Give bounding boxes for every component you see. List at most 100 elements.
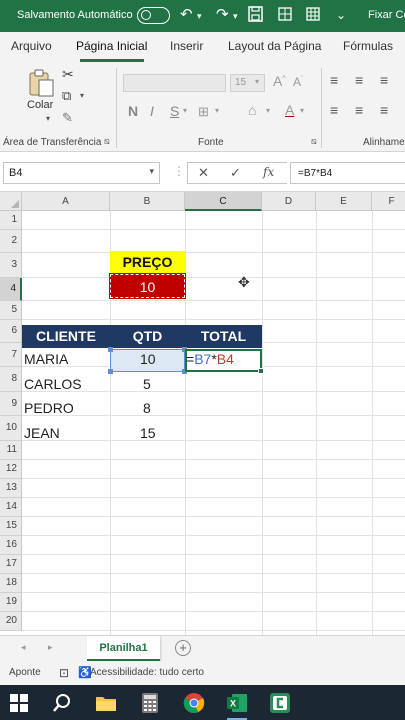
camtasia-icon[interactable] [266, 689, 294, 717]
fill-handle[interactable] [258, 368, 264, 374]
tab-formulas[interactable]: Fórmulas [343, 39, 393, 53]
font-name-box[interactable] [123, 74, 226, 92]
row-header-6[interactable]: 6 [0, 320, 22, 343]
paste-label[interactable]: Colar [27, 99, 53, 111]
align-middle-icon[interactable]: ≡ [355, 72, 363, 88]
sheet-tab-planilha1[interactable]: Planilha1 [87, 636, 160, 662]
row-header-5[interactable]: 5 [0, 301, 22, 320]
cell-a6-header-cliente[interactable]: CLIENTE [22, 325, 110, 348]
redo-icon[interactable]: ↷ [216, 5, 229, 23]
row-header-1[interactable]: 1 [0, 211, 22, 230]
row-header-17[interactable]: 17 [0, 555, 22, 574]
increase-font-icon[interactable]: A^ [273, 73, 286, 89]
row-header-19[interactable]: 19 [0, 593, 22, 612]
name-box-dropdown-icon[interactable]: ▾ [149, 166, 154, 177]
column-header-d[interactable]: D [262, 192, 316, 211]
bold-button[interactable]: N [128, 103, 138, 119]
cell-b8[interactable]: 5 [143, 376, 151, 392]
row-header-15[interactable]: 15 [0, 517, 22, 536]
undo-dropdown-icon[interactable]: ▾ [197, 11, 202, 22]
row-header-4[interactable]: 4 [0, 278, 22, 301]
calculator-icon[interactable] [136, 689, 164, 717]
tab-inserir[interactable]: Inserir [170, 39, 203, 53]
align-left-icon[interactable]: ≡ [330, 102, 338, 118]
row-header-9[interactable]: 9 [0, 392, 22, 416]
borders-dropdown-icon[interactable]: ▾ [215, 106, 219, 115]
file-explorer-icon[interactable] [92, 689, 120, 717]
cut-icon[interactable]: ✂ [62, 66, 74, 83]
copy-icon[interactable]: ⧉ [62, 88, 71, 104]
windows-start-icon[interactable] [5, 689, 33, 717]
select-all-corner[interactable] [0, 192, 22, 211]
column-header-c[interactable]: C [185, 192, 262, 211]
row-header-11[interactable]: 11 [0, 441, 22, 460]
tab-arquivo[interactable]: Arquivo [11, 39, 52, 53]
font-launcher-icon[interactable]: ⧅ [311, 136, 317, 147]
row-header-12[interactable]: 12 [0, 460, 22, 479]
font-color-dropdown-icon[interactable]: ▾ [300, 106, 304, 115]
row-header-10[interactable]: 10 [0, 416, 22, 441]
formula-input[interactable]: =B7*B4 [290, 162, 405, 184]
column-header-e[interactable]: E [316, 192, 372, 211]
align-right-icon[interactable]: ≡ [380, 102, 388, 118]
customize-toolbar-icon[interactable]: ⌄ [336, 8, 346, 22]
pin-label[interactable]: Fixar Cé [368, 9, 405, 21]
chrome-icon[interactable] [180, 689, 208, 717]
enter-icon[interactable]: ✓ [230, 165, 241, 181]
align-bottom-icon[interactable]: ≡ [380, 72, 388, 88]
row-header-14[interactable]: 14 [0, 498, 22, 517]
column-header-f[interactable]: F [372, 192, 405, 211]
align-center-icon[interactable]: ≡ [355, 102, 363, 118]
underline-dropdown-icon[interactable]: ▾ [183, 106, 187, 115]
row-header-7[interactable]: 7 [0, 343, 22, 367]
borders-icon[interactable]: ⊞ [198, 104, 209, 120]
row-header-8[interactable]: 8 [0, 367, 22, 392]
grid-icon[interactable] [306, 7, 320, 25]
format-painter-icon[interactable]: ✎ [62, 110, 73, 126]
cell-a7[interactable]: MARIA [24, 351, 68, 367]
cell-a10[interactable]: JEAN [24, 425, 60, 441]
cell-b9[interactable]: 8 [143, 400, 151, 416]
autosave-toggle[interactable] [137, 7, 170, 24]
next-sheet-icon[interactable]: ▸ [48, 642, 53, 653]
cell-b4-preco-value[interactable]: 10 [109, 273, 186, 299]
excel-icon[interactable]: X [223, 689, 251, 720]
row-header-2[interactable]: 2 [0, 230, 22, 253]
macro-record-icon[interactable]: ⊡ [59, 666, 69, 680]
paste-icon[interactable] [27, 68, 55, 101]
cancel-icon[interactable]: ✕ [198, 165, 209, 181]
column-header-b[interactable]: B [110, 192, 185, 211]
name-box[interactable]: B4 ▾ [3, 162, 160, 184]
clipboard-launcher-icon[interactable]: ⧅ [104, 136, 110, 147]
fill-color-icon[interactable]: ⌂ [248, 102, 256, 118]
cell-b7[interactable]: 10 [140, 351, 156, 367]
cell-a9[interactable]: PEDRO [24, 400, 74, 416]
formula-bar-grip-icon[interactable]: ⋮ [173, 164, 185, 178]
cell-b3-preco-label[interactable]: PREÇO [110, 251, 185, 273]
range-handle[interactable] [108, 347, 113, 352]
prev-sheet-icon[interactable]: ◂ [21, 642, 26, 653]
cell-c7-formula[interactable]: =B7*B4 [186, 351, 234, 367]
add-sheet-icon[interactable]: + [175, 640, 191, 656]
status-accessibility[interactable]: Acessibilidade: tudo certo [90, 667, 204, 678]
column-header-a[interactable]: A [22, 192, 110, 211]
cell-b10[interactable]: 15 [140, 425, 156, 441]
row-header-16[interactable]: 16 [0, 536, 22, 555]
cell-a8[interactable]: CARLOS [24, 376, 82, 392]
font-size-box[interactable]: 15 [230, 74, 265, 92]
paste-dropdown-icon[interactable]: ▾ [46, 114, 50, 123]
align-top-icon[interactable]: ≡ [330, 72, 338, 88]
row-header-13[interactable]: 13 [0, 479, 22, 498]
copy-dropdown-icon[interactable]: ▾ [80, 91, 84, 100]
search-icon[interactable] [48, 689, 76, 717]
undo-icon[interactable]: ↶ [180, 5, 193, 23]
cell-b6-header-qtd[interactable]: QTD [110, 325, 185, 348]
row-header-18[interactable]: 18 [0, 574, 22, 593]
table-icon[interactable] [278, 7, 292, 25]
decrease-font-icon[interactable]: Aˇ [293, 75, 303, 89]
range-handle[interactable] [108, 369, 113, 374]
tab-layout-pagina[interactable]: Layout da Página [228, 39, 321, 53]
insert-function-icon[interactable]: fx [263, 165, 274, 179]
redo-dropdown-icon[interactable]: ▾ [233, 11, 238, 22]
row-header-3[interactable]: 3 [0, 253, 22, 278]
